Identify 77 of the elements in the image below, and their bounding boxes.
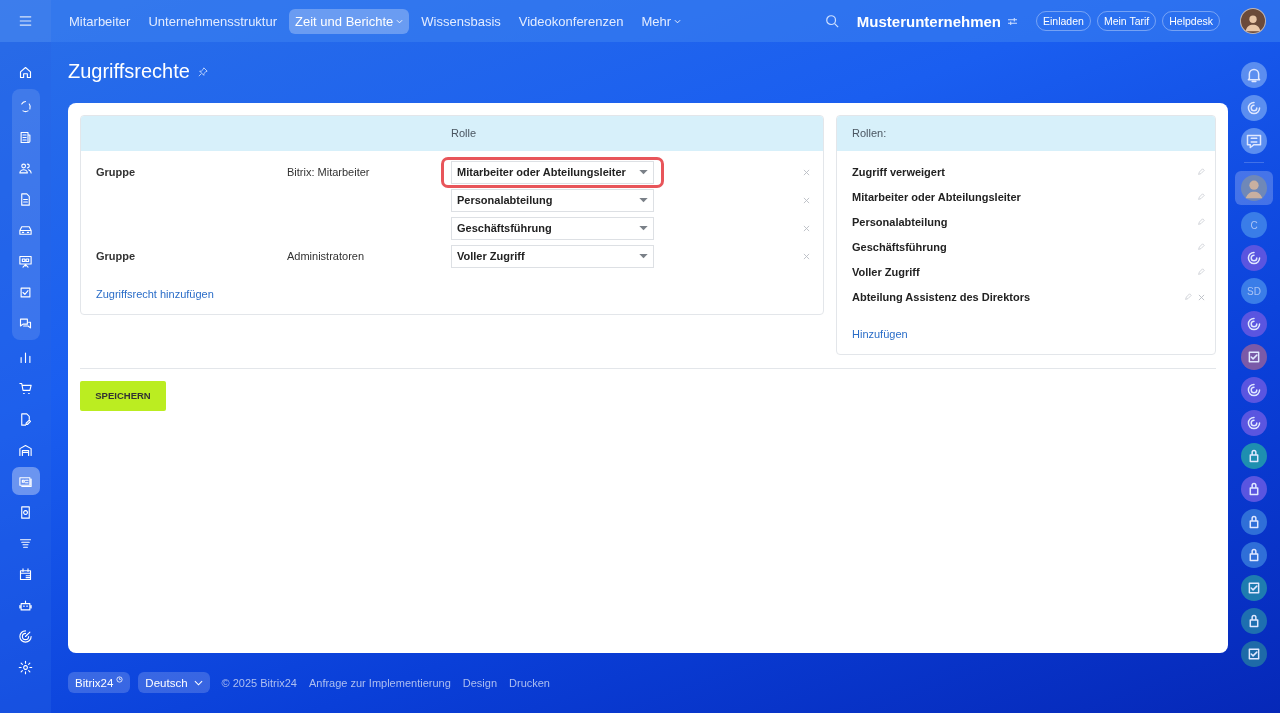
lock-icon[interactable] [1241,476,1267,502]
calendar-icon [18,566,33,582]
chevron-down-icon [674,18,681,24]
footer-link[interactable]: Anfrage zur Implementierung [308,676,451,689]
copyright-text: © 2025 Bitrix24 [221,676,297,689]
brand-button[interactable]: Bitrix24 [68,672,131,694]
people-icon [18,160,33,176]
garage-icon [18,442,33,458]
chevron-down-icon [193,679,203,686]
company-name[interactable]: Musterunternehmen [856,12,1001,30]
role-name[interactable]: Personalabteilung [852,216,948,229]
table-cell-text: Bitrix: Mitarbeiter [287,164,371,180]
user-avatar[interactable] [1240,8,1266,34]
caret-down-icon [639,253,648,259]
checkbox-icon [18,284,33,300]
swirl-icon[interactable] [1241,410,1267,436]
column-header: Rolle [451,127,478,140]
bar-chart-icon [18,349,33,365]
checkbox-icon[interactable] [1241,575,1267,601]
swirl-icon[interactable] [1241,377,1267,403]
pin-icon[interactable] [197,67,208,78]
sidebar-item[interactable] [11,467,40,495]
role-name[interactable]: Zugriff verweigert [852,166,945,179]
lock-icon[interactable] [1241,542,1267,568]
caret-down-icon [639,197,648,203]
presentation-board-icon [18,253,33,269]
checkbox-icon[interactable] [1241,344,1267,370]
home-icon [18,64,33,80]
swirl-icon[interactable] [1241,311,1267,337]
chevron-down-icon [396,18,404,24]
newspaper-icon [18,129,33,145]
bell-icon[interactable] [1241,62,1267,88]
chat-bubbles-icon [18,315,33,331]
table-cell-text: Administratoren [287,248,366,264]
nav-tab[interactable]: Wissensbasis [415,8,507,34]
language-dropdown[interactable]: Deutsch [138,672,210,694]
cart-icon [18,380,33,396]
caret-down-icon [639,169,648,175]
role-dropdown[interactable]: Voller Zugriff [451,244,654,268]
document-icon [18,191,33,207]
lock-icon[interactable] [1241,608,1267,634]
caret-down-icon [639,225,648,231]
footer-link[interactable]: Drucken [509,676,550,689]
role-name[interactable]: Geschäftsführung [852,241,947,254]
checkbox-icon[interactable] [1241,641,1267,667]
nav-tab[interactable]: Videokonferenzen [512,8,630,34]
swirl-icon[interactable] [1241,95,1267,121]
add-access-link[interactable]: Zugriffsrecht hinzufügen [81,267,823,314]
add-role-link[interactable]: Hinzufügen [837,309,1215,354]
nav-tab[interactable]: Mehr [635,8,687,34]
clock-icon [116,676,124,684]
search-icon[interactable] [824,14,839,28]
role-name[interactable]: Abteilung Assistenz des Direktors [852,291,1031,304]
safe-icon [18,504,33,520]
person-avatar-icon [1241,175,1267,201]
role-dropdown[interactable]: Geschäftsführung [451,216,654,240]
role-dropdown[interactable]: Mitarbeiter oder Abteilungsleiter [451,160,654,184]
table-cell-text: Gruppe [96,164,137,180]
robot-icon [18,597,33,613]
role-name[interactable]: Voller Zugriff [852,266,920,279]
lock-icon[interactable] [1241,443,1267,469]
footer-link[interactable]: Design [462,676,498,689]
nav-tab[interactable]: Mitarbeiter [63,8,137,34]
chat-item[interactable] [1235,171,1273,205]
nav-tab[interactable]: Unternehmensstruktur [142,8,284,34]
swirl-icon[interactable] [1241,245,1267,271]
file-edit-icon [18,411,33,427]
lock-icon[interactable] [1241,509,1267,535]
page-title: Zugriffsrechte [68,59,190,83]
sliders-icon[interactable] [1007,16,1018,26]
nav-tab[interactable]: Zeit und Berichte [289,8,410,34]
panel-title: Rollen: [852,127,887,140]
table-cell-text: Gruppe [96,248,137,264]
save-button[interactable]: SPEICHERN [80,380,166,411]
role-dropdown[interactable]: Personalabteilung [451,188,654,212]
target-icon [18,628,33,644]
role-name[interactable]: Mitarbeiter oder Abteilungsleiter [852,191,1021,204]
